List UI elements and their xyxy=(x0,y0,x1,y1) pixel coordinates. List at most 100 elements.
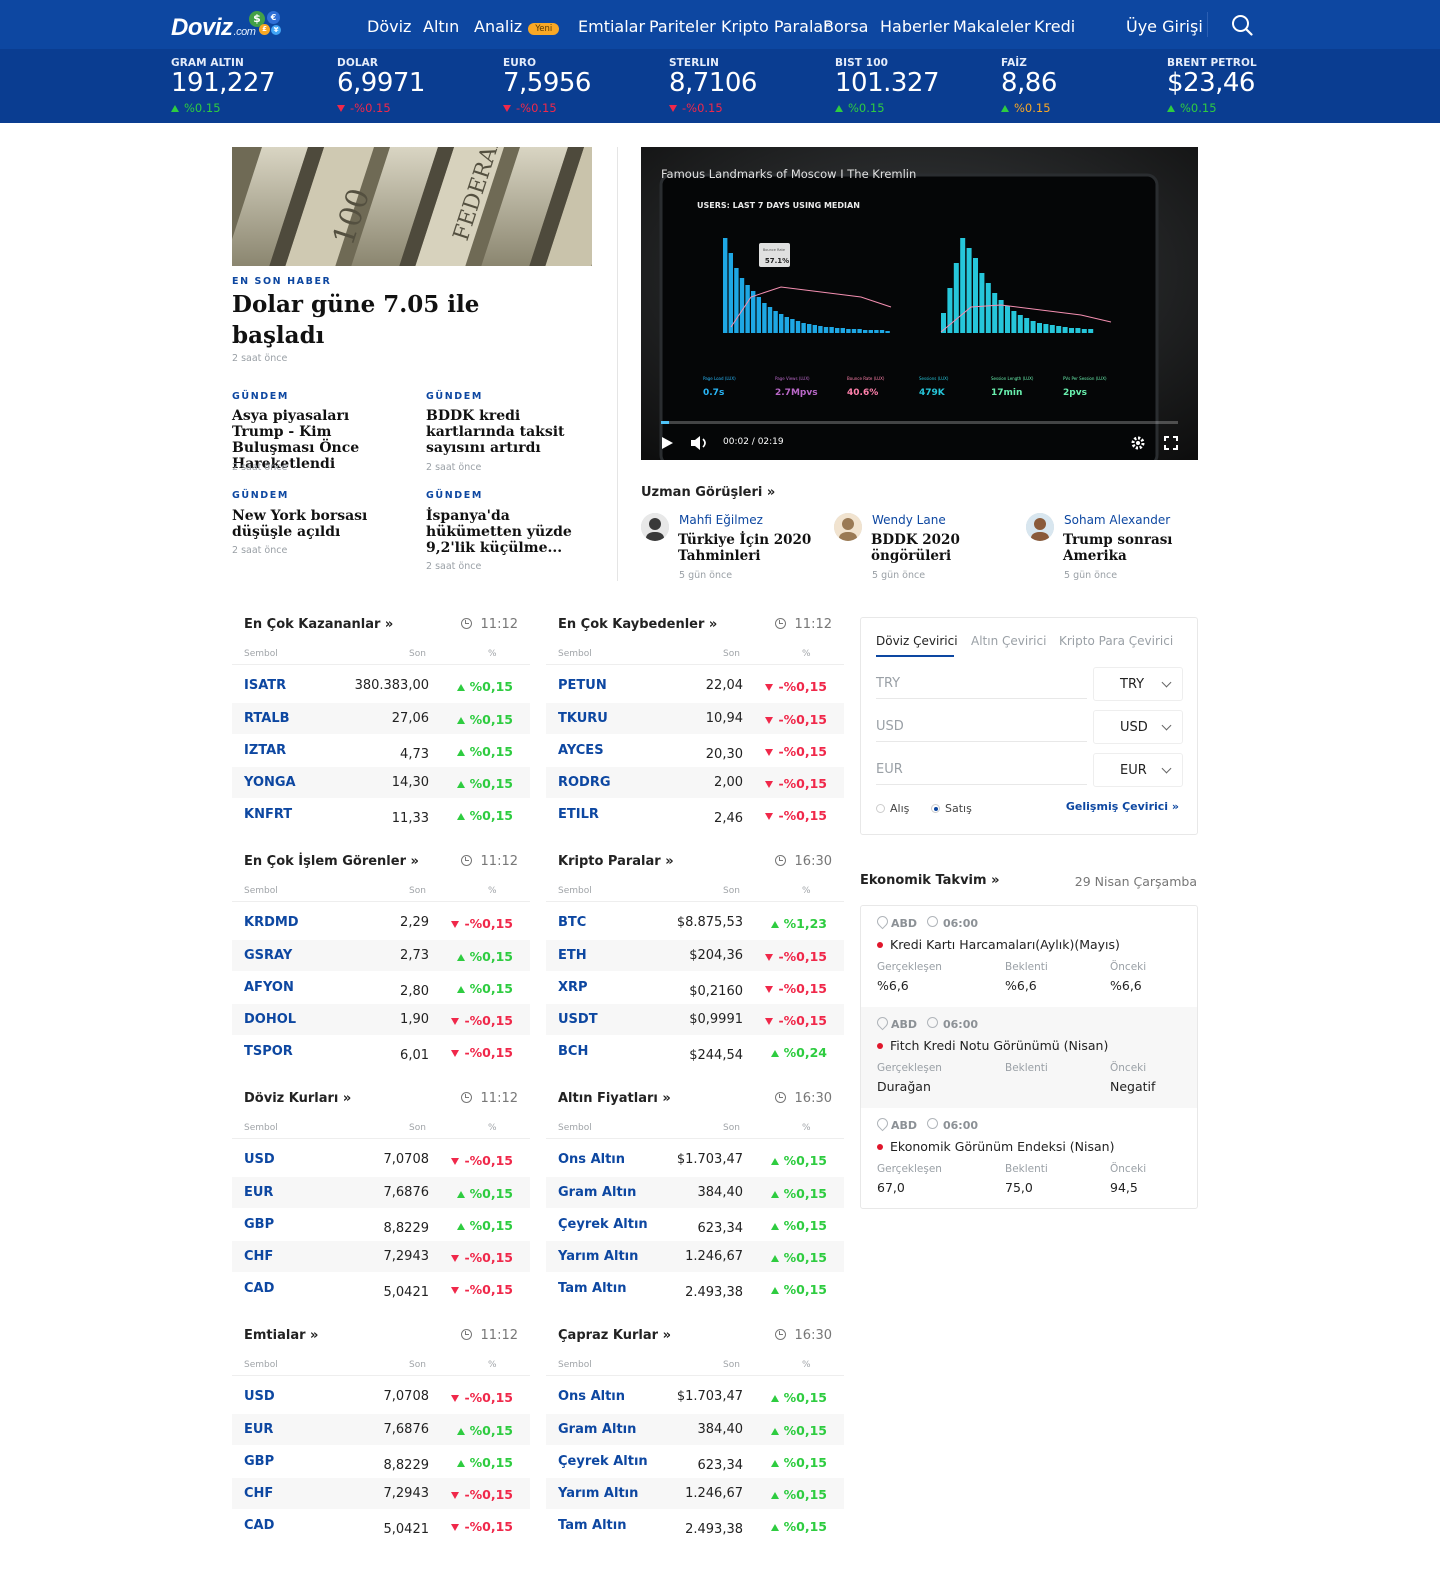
row-symbol[interactable]: Yarım Altın xyxy=(558,1486,638,1501)
event-title[interactable]: Fitch Kredi Notu Görünümü (Nisan) xyxy=(890,1038,1108,1053)
row-symbol[interactable]: TKURU xyxy=(558,711,608,726)
table-row[interactable]: ISATR 380.383,00 %0,15 xyxy=(232,670,530,701)
row-symbol[interactable]: TSPOR xyxy=(244,1044,293,1059)
row-symbol[interactable]: GSRAY xyxy=(244,948,292,963)
table-row[interactable]: GBP 8,8229 %0,15 xyxy=(232,1209,530,1240)
row-symbol[interactable]: DOHOL xyxy=(244,1012,296,1027)
row-symbol[interactable]: CAD xyxy=(244,1281,274,1296)
row-symbol[interactable]: Çeyrek Altın xyxy=(558,1217,648,1232)
table-title[interactable]: En Çok İşlem Görenler » xyxy=(244,854,419,869)
expert-article-title[interactable]: Trump sonrası Amerika xyxy=(1063,532,1203,564)
row-symbol[interactable]: Ons Altın xyxy=(558,1152,625,1167)
nav-item-kripto[interactable]: Kripto Paralar xyxy=(721,17,830,36)
table-row[interactable]: XRP $0,2160 -%0,15 xyxy=(546,972,844,1003)
expert-avatar[interactable] xyxy=(834,513,862,541)
calendar-title[interactable]: Ekonomik Takvim » xyxy=(860,873,999,888)
table-row[interactable]: Tam Altın 2.493,38 %0,15 xyxy=(546,1510,844,1541)
table-row[interactable]: ETH $204,36 -%0,15 xyxy=(546,940,844,971)
calendar-event[interactable]: ABD 06:00 Ekonomik Görünüm Endeksi (Nisan)… xyxy=(861,1108,1197,1208)
fullscreen-icon[interactable] xyxy=(1164,436,1178,450)
table-row[interactable]: USD 7,0708 -%0,15 xyxy=(232,1144,530,1175)
nav-item-pariteler[interactable]: Pariteler xyxy=(649,17,716,36)
table-row[interactable]: CHF 7,2943 -%0,15 xyxy=(232,1241,530,1272)
video-player[interactable]: USERS: LAST 7 DAYS USING MEDIAN Bounce R… xyxy=(641,147,1198,460)
play-icon[interactable] xyxy=(659,435,675,451)
table-row[interactable]: CHF 7,2943 -%0,15 xyxy=(232,1478,530,1509)
table-row[interactable]: Tam Altın 2.493,38 %0,15 xyxy=(546,1273,844,1304)
row-symbol[interactable]: USDT xyxy=(558,1012,598,1027)
row-symbol[interactable]: AFYON xyxy=(244,980,294,995)
nav-item-makaleler[interactable]: Makaleler xyxy=(953,17,1031,36)
main-headline[interactable]: Dolar güne 7.05 ile başladı xyxy=(232,289,512,351)
table-row[interactable]: TKURU 10,94 -%0,15 xyxy=(546,703,844,734)
expert-name[interactable]: Soham Alexander xyxy=(1064,513,1170,527)
nav-item-analiz[interactable]: Analiz Yeni xyxy=(474,17,560,36)
row-symbol[interactable]: CHF xyxy=(244,1249,273,1264)
table-title[interactable]: Çapraz Kurlar » xyxy=(558,1328,671,1343)
usd-amount-input[interactable]: USD xyxy=(876,711,1087,742)
row-symbol[interactable]: YONGA xyxy=(244,775,296,790)
table-title[interactable]: Emtialar » xyxy=(244,1328,318,1343)
radio-alis[interactable] xyxy=(876,804,885,813)
table-row[interactable]: KNFRT 11,33 %0,15 xyxy=(232,799,530,830)
row-symbol[interactable]: CAD xyxy=(244,1518,274,1533)
login-link[interactable]: Üye Girişi xyxy=(1126,17,1203,36)
expert-avatar[interactable] xyxy=(641,513,669,541)
calendar-event[interactable]: ABD 06:00 Fitch Kredi Notu Görünümü (Nisan… xyxy=(861,1007,1197,1108)
calendar-event[interactable]: ABD 06:00 Kredi Kartı Harcamaları(Aylık)(M… xyxy=(861,906,1197,1007)
table-row[interactable]: GSRAY 2,73 %0,15 xyxy=(232,940,530,971)
row-symbol[interactable]: IZTAR xyxy=(244,743,286,758)
table-row[interactable]: RODRG 2,00 -%0,15 xyxy=(546,767,844,798)
news-headline[interactable]: BDDK kredi kartlarında taksit sayısını a… xyxy=(426,408,586,456)
expert-name[interactable]: Mahfi Eğilmez xyxy=(679,513,763,527)
nav-item-haberler[interactable]: Haberler xyxy=(880,17,949,36)
nav-item-emtialar[interactable]: Emtialar xyxy=(578,17,645,36)
row-symbol[interactable]: GBP xyxy=(244,1217,274,1232)
table-row[interactable]: Ons Altın $1.703,47 %0,15 xyxy=(546,1381,844,1412)
row-symbol[interactable]: Yarım Altın xyxy=(558,1249,638,1264)
table-row[interactable]: KRDMD 2,29 -%0,15 xyxy=(232,907,530,938)
table-row[interactable]: Gram Altın 384,40 %0,15 xyxy=(546,1177,844,1208)
row-symbol[interactable]: USD xyxy=(244,1389,275,1404)
table-row[interactable]: Çeyrek Altın 623,34 %0,15 xyxy=(546,1446,844,1477)
nav-item-altin[interactable]: Altın xyxy=(423,17,459,36)
table-row[interactable]: Gram Altın 384,40 %0,15 xyxy=(546,1414,844,1445)
table-row[interactable]: ETILR 2,46 -%0,15 xyxy=(546,799,844,830)
eur-amount-input[interactable]: EUR xyxy=(876,754,1087,785)
row-symbol[interactable]: ETILR xyxy=(558,807,599,822)
table-title[interactable]: Altın Fiyatları » xyxy=(558,1091,671,1106)
table-row[interactable]: AFYON 2,80 %0,15 xyxy=(232,972,530,1003)
tab-altin-cevirici[interactable]: Altın Çevirici xyxy=(971,634,1046,648)
row-symbol[interactable]: GBP xyxy=(244,1454,274,1469)
table-row[interactable]: Yarım Altın 1.246,67 %0,15 xyxy=(546,1241,844,1272)
row-symbol[interactable]: PETUN xyxy=(558,678,607,693)
row-symbol[interactable]: EUR xyxy=(244,1185,273,1200)
table-row[interactable]: EUR 7,6876 %0,15 xyxy=(232,1414,530,1445)
experts-section-title[interactable]: Uzman Görüşleri » xyxy=(641,485,775,500)
search-icon[interactable] xyxy=(1231,14,1253,36)
table-row[interactable]: IZTAR 4,73 %0,15 xyxy=(232,735,530,766)
row-symbol[interactable]: EUR xyxy=(244,1422,273,1437)
row-symbol[interactable]: KRDMD xyxy=(244,915,299,930)
table-row[interactable]: EUR 7,6876 %0,15 xyxy=(232,1177,530,1208)
row-symbol[interactable]: KNFRT xyxy=(244,807,292,822)
row-symbol[interactable]: Tam Altın xyxy=(558,1281,626,1296)
expert-article-title[interactable]: BDDK 2020 öngörüleri xyxy=(871,532,1011,564)
table-row[interactable]: Ons Altın $1.703,47 %0,15 xyxy=(546,1144,844,1175)
table-row[interactable]: CAD 5,0421 -%0,15 xyxy=(232,1510,530,1541)
table-title[interactable]: Döviz Kurları » xyxy=(244,1091,351,1106)
row-symbol[interactable]: Ons Altın xyxy=(558,1389,625,1404)
expert-avatar[interactable] xyxy=(1026,513,1054,541)
row-symbol[interactable]: Tam Altın xyxy=(558,1518,626,1533)
row-symbol[interactable]: Çeyrek Altın xyxy=(558,1454,648,1469)
table-row[interactable]: USDT $0,9991 -%0,15 xyxy=(546,1004,844,1035)
row-symbol[interactable]: BCH xyxy=(558,1044,588,1059)
banknotes-image[interactable]: 100 FEDERAL xyxy=(232,147,592,266)
eur-currency-select[interactable]: EUR xyxy=(1093,753,1183,787)
table-title[interactable]: En Çok Kazananlar » xyxy=(244,617,393,632)
table-row[interactable]: DOHOL 1,90 -%0,15 xyxy=(232,1004,530,1035)
table-row[interactable]: GBP 8,8229 %0,15 xyxy=(232,1446,530,1477)
table-row[interactable]: RTALB 27,06 %0,15 xyxy=(232,703,530,734)
nav-item-kredi[interactable]: Kredi xyxy=(1034,17,1075,36)
nav-item-doviz[interactable]: Döviz xyxy=(367,17,411,36)
